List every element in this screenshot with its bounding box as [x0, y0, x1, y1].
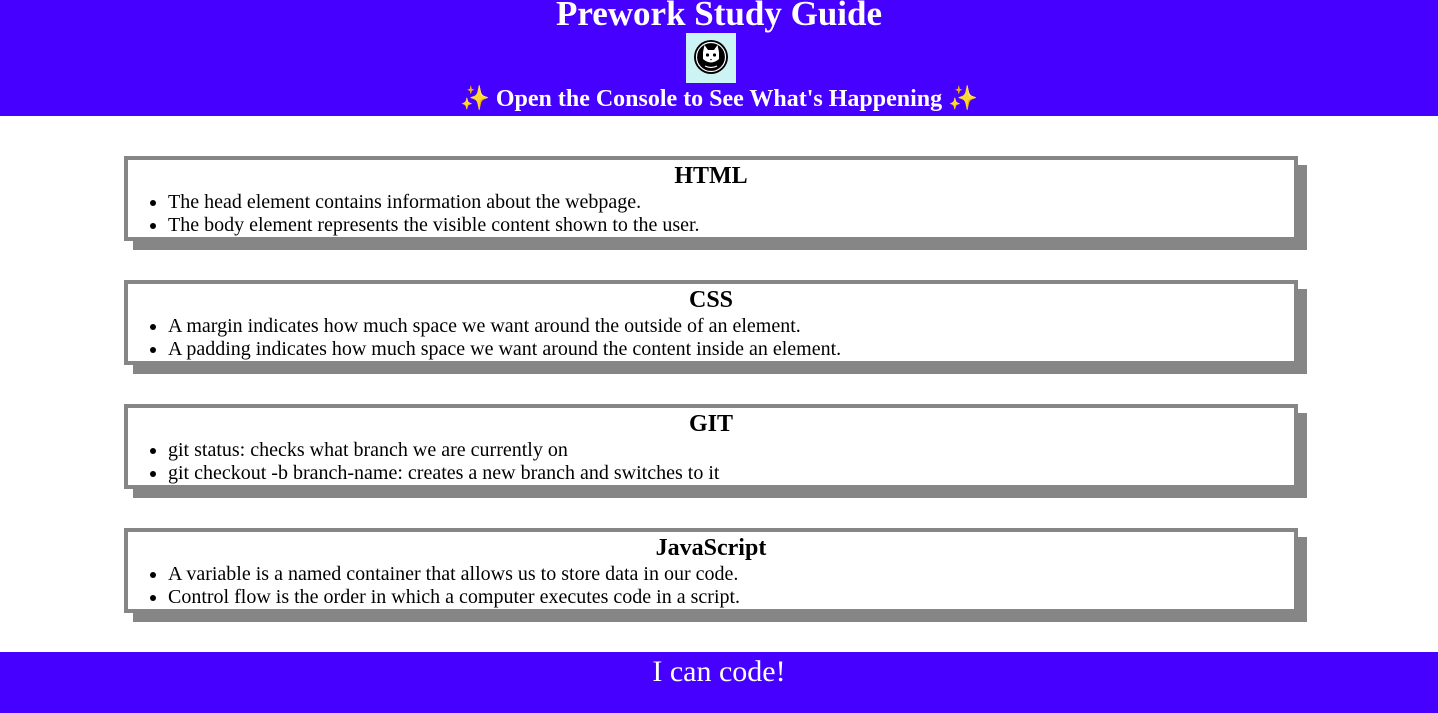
section-list: A margin indicates how much space we wan…	[128, 315, 841, 361]
page-subtitle: ✨ Open the Console to See What's Happeni…	[0, 85, 1438, 113]
section-title: HTML	[674, 163, 748, 189]
list-item: The head element contains information ab…	[168, 191, 700, 214]
page-title: Prework Study Guide	[555, 0, 883, 33]
list-item: A margin indicates how much space we wan…	[168, 315, 841, 338]
list-item: A variable is a named container that all…	[168, 563, 740, 586]
sparkle-icon: ✨	[459, 86, 490, 112]
section-html: HTML The head element contains informati…	[124, 156, 1298, 241]
list-item: git checkout -b branch-name: creates a n…	[168, 462, 719, 485]
section-javascript: JavaScript A variable is a named contain…	[124, 528, 1298, 613]
list-item: Control flow is the order in which a com…	[168, 586, 740, 609]
section-list: git status: checks what branch we are cu…	[128, 439, 719, 485]
list-item: A padding indicates how much space we wa…	[168, 338, 841, 361]
subtitle-text: Open the Console to See What's Happening	[495, 86, 943, 112]
section-title: JavaScript	[655, 535, 767, 561]
section-git: GIT git status: checks what branch we ar…	[124, 404, 1298, 489]
list-item: The body element represents the visible …	[168, 214, 700, 237]
page-header: Prework Study Guide ✨ Open the Console t…	[0, 0, 1438, 116]
section-list: A variable is a named container that all…	[128, 563, 740, 609]
section-title: GIT	[688, 411, 733, 437]
section-title: CSS	[688, 287, 734, 313]
section-list: The head element contains information ab…	[128, 191, 700, 237]
footer-text: I can code!	[652, 655, 786, 688]
avatar	[686, 33, 736, 83]
page-footer: I can code!	[0, 652, 1438, 713]
cat-face-icon	[694, 40, 728, 74]
sparkle-icon: ✨	[948, 86, 979, 112]
section-css: CSS A margin indicates how much space we…	[124, 280, 1298, 365]
list-item: git status: checks what branch we are cu…	[168, 439, 719, 462]
